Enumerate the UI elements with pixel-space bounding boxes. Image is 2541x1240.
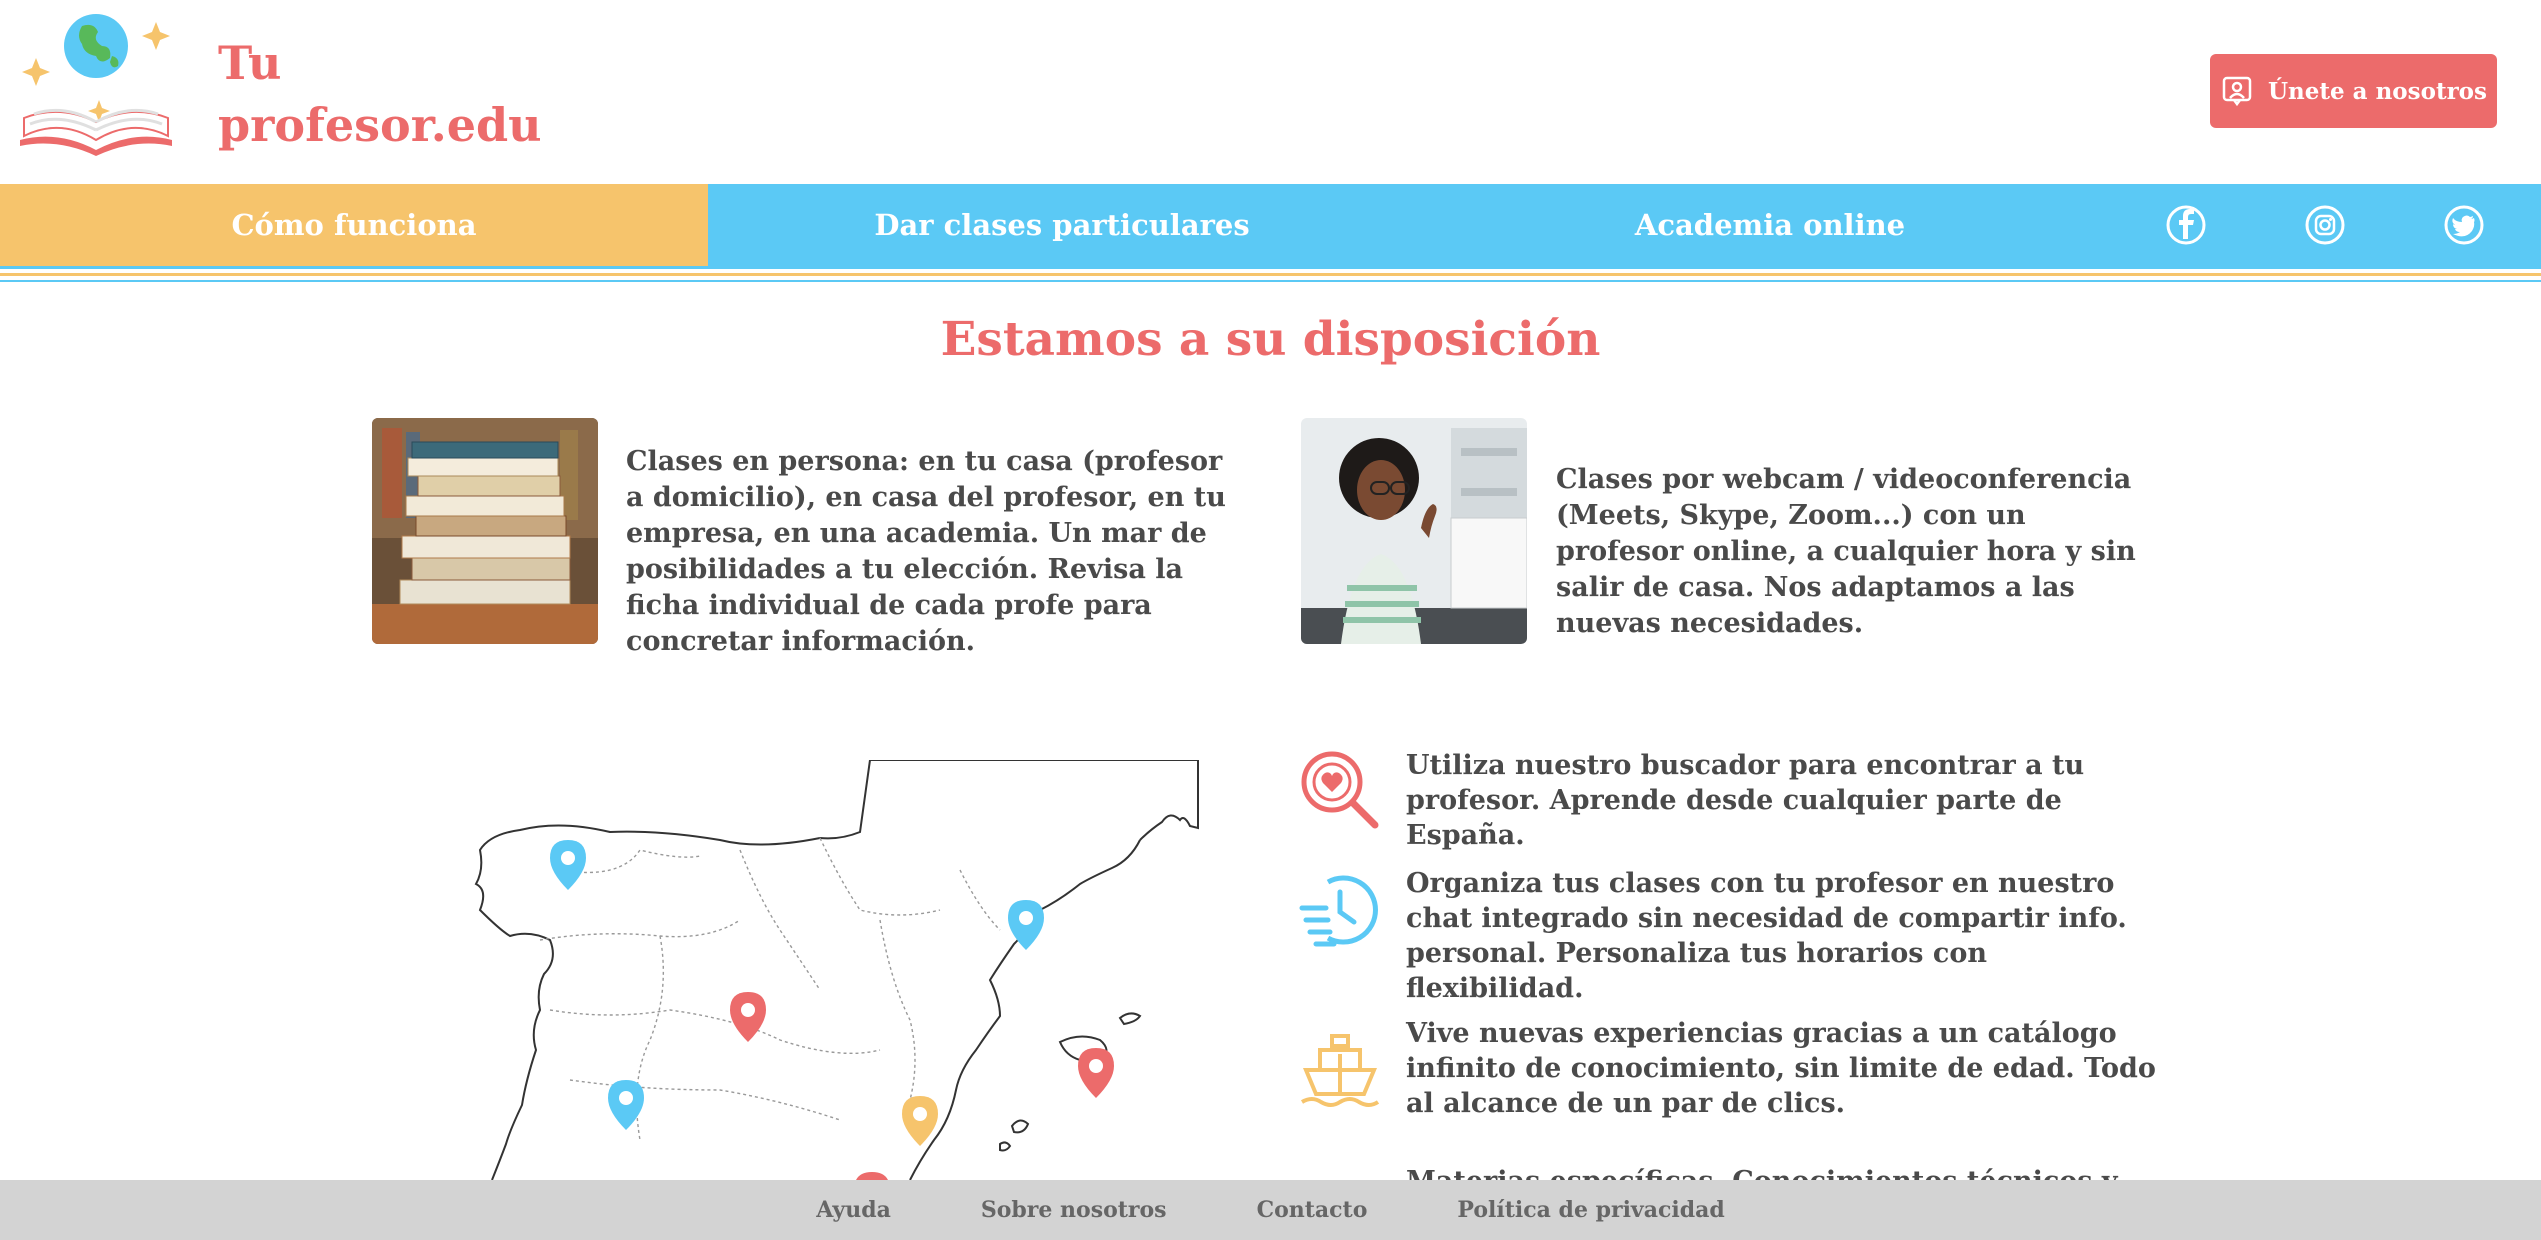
twitter-icon[interactable] [2444,205,2484,245]
nav-item-academia-online[interactable]: Academia online [1416,184,2124,266]
nav-item-dar-clases[interactable]: Dar clases particulares [708,184,1416,266]
user-badge-icon [2222,76,2252,107]
feature-text: Organiza tus clases con tu profesor en n… [1406,868,2127,1004]
nav-divider [0,266,2541,284]
clock-icon [1299,875,1378,947]
brand-line-1: Tu [218,36,282,90]
facebook-icon[interactable] [2166,205,2206,245]
feature-item: Vive nuevas experiencias gracias a un ca… [1298,1016,2158,1126]
spain-map [440,759,1220,1222]
ship-icon [1300,1034,1380,1107]
instagram-icon[interactable] [2305,205,2345,245]
map-pin-icon [550,840,1114,1222]
nav-item-label: Cómo funciona [231,208,477,242]
page-title: Estamos a su disposición [940,312,1601,367]
feature-text: Utiliza nuestro buscador para encontrar … [1406,750,2085,851]
books-photo [372,418,598,644]
brand-line-2: profesor.edu [218,98,542,152]
footer-link-sobre-nosotros[interactable]: Sobre nosotros [981,1197,1167,1223]
feature-text: Materias específicas. Conocimientos técn… [1406,1164,2158,1180]
feature-item: Organiza tus clases con tu profesor en n… [1298,866,2158,1004]
footer: Ayuda Sobre nosotros Contacto Política d… [0,1180,2541,1240]
brand-name[interactable]: Tu profesor.edu [218,32,542,156]
footer-link-ayuda[interactable]: Ayuda [816,1197,891,1223]
footer-link-privacidad[interactable]: Política de privacidad [1457,1197,1724,1223]
footer-link-contacto[interactable]: Contacto [1257,1197,1368,1223]
logo-icon[interactable] [16,8,176,168]
webcam-photo [1301,418,1527,644]
header: Tu profesor.edu Únete a nosotros [0,0,2541,184]
nav-item-label: Dar clases particulares [874,208,1250,242]
main-nav: Cómo funciona Dar clases particulares Ac… [0,184,2541,266]
online-description: Clases por webcam / videoconferencia (Me… [1556,464,2136,639]
nav-item-como-funciona[interactable]: Cómo funciona [0,184,708,266]
join-button[interactable]: Únete a nosotros [2210,54,2497,128]
feature-item: Utiliza nuestro buscador para encontrar … [1298,748,2158,851]
feature-text: Vive nuevas experiencias gracias a un ca… [1406,1018,2156,1119]
nav-item-label: Academia online [1634,208,1906,242]
join-button-label: Únete a nosotros [2268,77,2487,105]
search-heart-icon [1301,751,1379,829]
in-person-description: Clases en persona: en tu casa (profesor … [626,446,1226,657]
feature-item: Materias específicas. Conocimientos técn… [1298,1164,2158,1180]
